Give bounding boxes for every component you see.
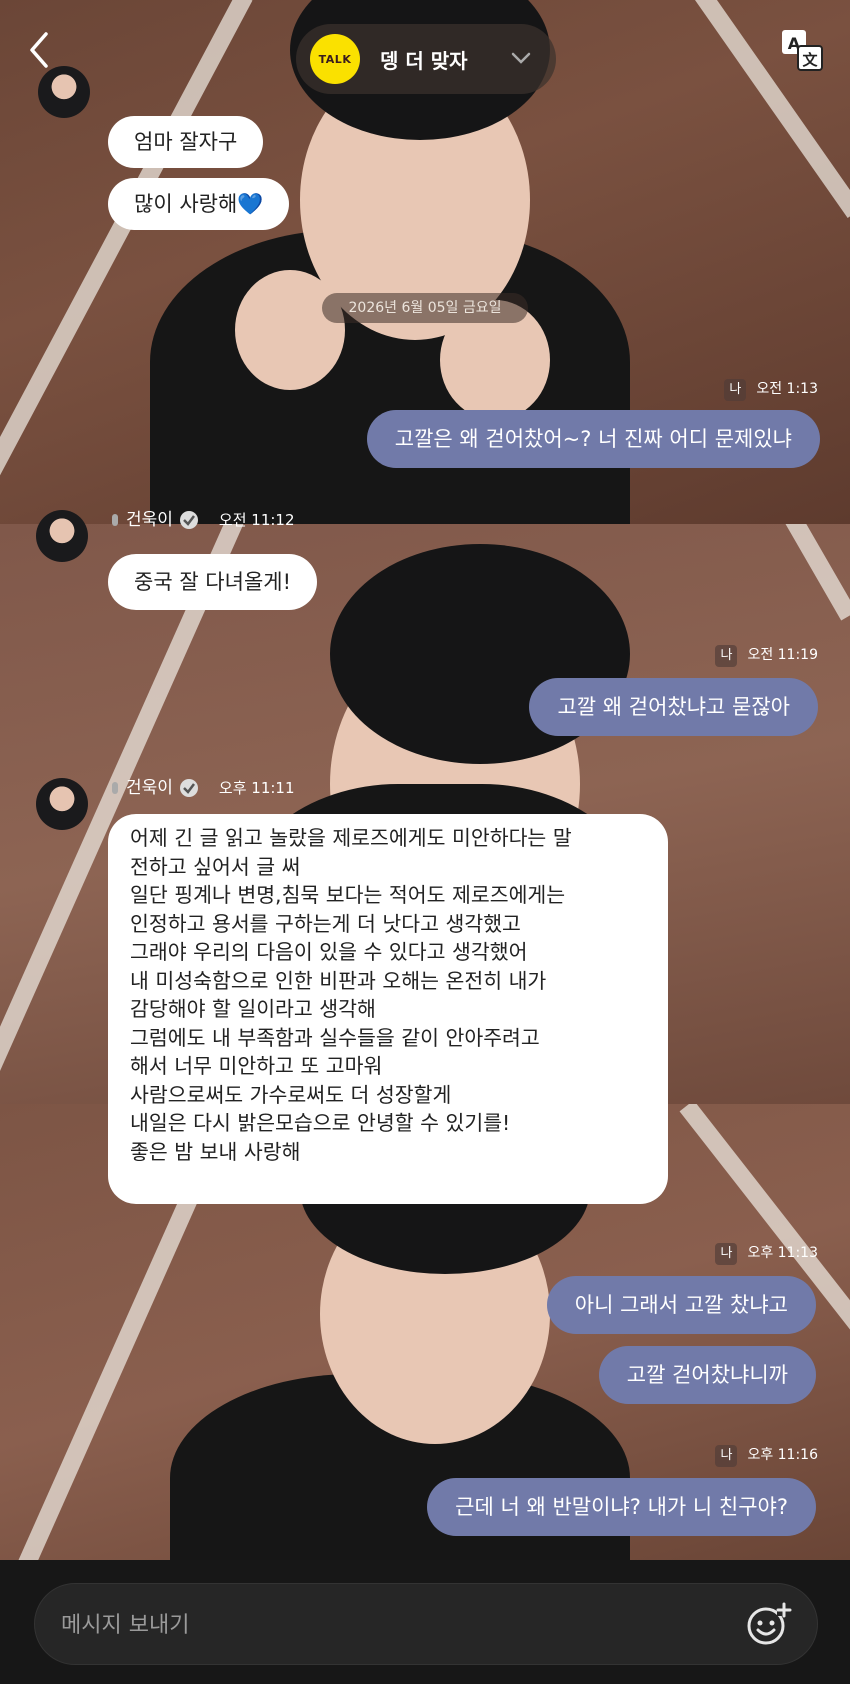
kakaotalk-logo-icon: TALK (310, 34, 360, 84)
timestamp: 오후 11:11 (218, 779, 295, 797)
message-line: 감당해야 할 일이라고 생각해 (130, 997, 376, 1021)
message-bubble-received[interactable]: 중국 잘 다녀올게! (108, 554, 318, 610)
message-meta: 나 오후 11:16 (715, 1444, 818, 1467)
mic-icon (112, 782, 118, 794)
avatar[interactable] (38, 66, 90, 118)
message-line: 좋은 밤 보내 사랑해 (130, 1139, 301, 1164)
message-bubble-received[interactable]: 많이 사랑해💙 (108, 178, 290, 230)
chevron-down-icon (511, 52, 531, 64)
me-badge: 나 (715, 1445, 738, 1467)
sender-header: 건욱이 오전 11:12 (112, 508, 295, 532)
message-line: 내일은 다시 밝은모습으로 안녕할 수 있기를! (130, 1111, 511, 1135)
chat-room-title-dropdown[interactable]: TALK 뎅 더 맞자 (296, 24, 556, 94)
message-input[interactable] (59, 1602, 703, 1648)
sender-name: 건욱이 (126, 778, 173, 798)
message-bubble-sent[interactable]: 고깔 왜 걷어찼냐고 묻잖아 (529, 678, 818, 736)
message-bubble-received-long[interactable]: 어제 긴 글 읽고 놀랐을 제로즈에게도 미안하다는 말 전하고 싶어서 글 써… (108, 814, 668, 1204)
message-line: 사람으로써도 가수로써도 더 성장할게 (130, 1082, 452, 1107)
message-meta: 나 오전 11:19 (715, 644, 818, 667)
me-badge: 나 (715, 645, 738, 667)
back-button[interactable] (22, 30, 58, 70)
timestamp: 오후 11:13 (747, 1245, 818, 1261)
message-bubble-sent[interactable]: 근데 너 왜 반말이냐? 내가 니 친구야? (427, 1478, 816, 1536)
verified-icon (179, 779, 198, 797)
me-badge: 나 (715, 1243, 738, 1265)
message-line: 전하고 싶어서 글 써 (130, 854, 301, 879)
message-line: 일단 핑계나 변명,침묵 보다는 적어도 제로즈에게는 (130, 883, 566, 907)
mic-icon (112, 514, 118, 526)
verified-icon (179, 511, 198, 529)
message-line: 그래야 우리의 다음이 있을 수 있다고 생각했어 (130, 940, 528, 964)
message-input-container[interactable] (34, 1583, 818, 1665)
message-line: 해서 너무 미안하고 또 고마워 (130, 1054, 383, 1078)
message-bubble-sent[interactable]: 고깔은 왜 걷어찼어~? 너 진짜 어디 문제있냐 (366, 410, 820, 468)
emoji-button[interactable] (745, 1600, 793, 1648)
message-line: 내 미성숙함으로 인한 비판과 오해는 온전히 내가 (130, 968, 547, 993)
message-line: 그럼에도 내 부족함과 실수들을 같이 안아주려고 (130, 1025, 540, 1050)
timestamp: 오전 11:12 (218, 511, 295, 529)
sender-header: 건욱이 오후 11:11 (112, 776, 295, 800)
timestamp: 오후 11:16 (747, 1447, 818, 1463)
chevron-left-icon (30, 32, 48, 68)
message-line: 어제 긴 글 읽고 놀랐을 제로즈에게도 미안하다는 말 (130, 826, 572, 850)
message-bubble-received[interactable]: 엄마 잘자구 (108, 116, 264, 168)
avatar[interactable] (36, 510, 88, 562)
me-badge: 나 (724, 379, 747, 401)
message-bubble-sent[interactable]: 고깔 걷어찼냐니까 (598, 1346, 816, 1404)
avatar[interactable] (36, 778, 88, 830)
sender-name: 건욱이 (126, 510, 173, 530)
date-divider: 2026년 6월 05일 금요일 (322, 293, 528, 323)
translate-button[interactable]: A 文 (780, 28, 824, 72)
message-bubble-sent[interactable]: 아니 그래서 고깔 찼냐고 (546, 1276, 816, 1334)
timestamp: 오전 11:19 (747, 647, 818, 663)
emoji-add-icon (747, 1602, 792, 1645)
svg-text:文: 文 (802, 51, 818, 69)
room-title: 뎅 더 맞자 (380, 48, 468, 73)
timestamp: 오전 1:13 (756, 381, 818, 397)
message-meta: 나 오후 11:13 (715, 1242, 818, 1265)
translate-icon: A 文 (782, 30, 823, 71)
message-meta: 나 오전 1:13 (724, 378, 818, 401)
talk-logo-text: TALK (318, 52, 352, 66)
message-line: 인정하고 용서를 구하는게 더 낫다고 생각했고 (130, 911, 521, 936)
